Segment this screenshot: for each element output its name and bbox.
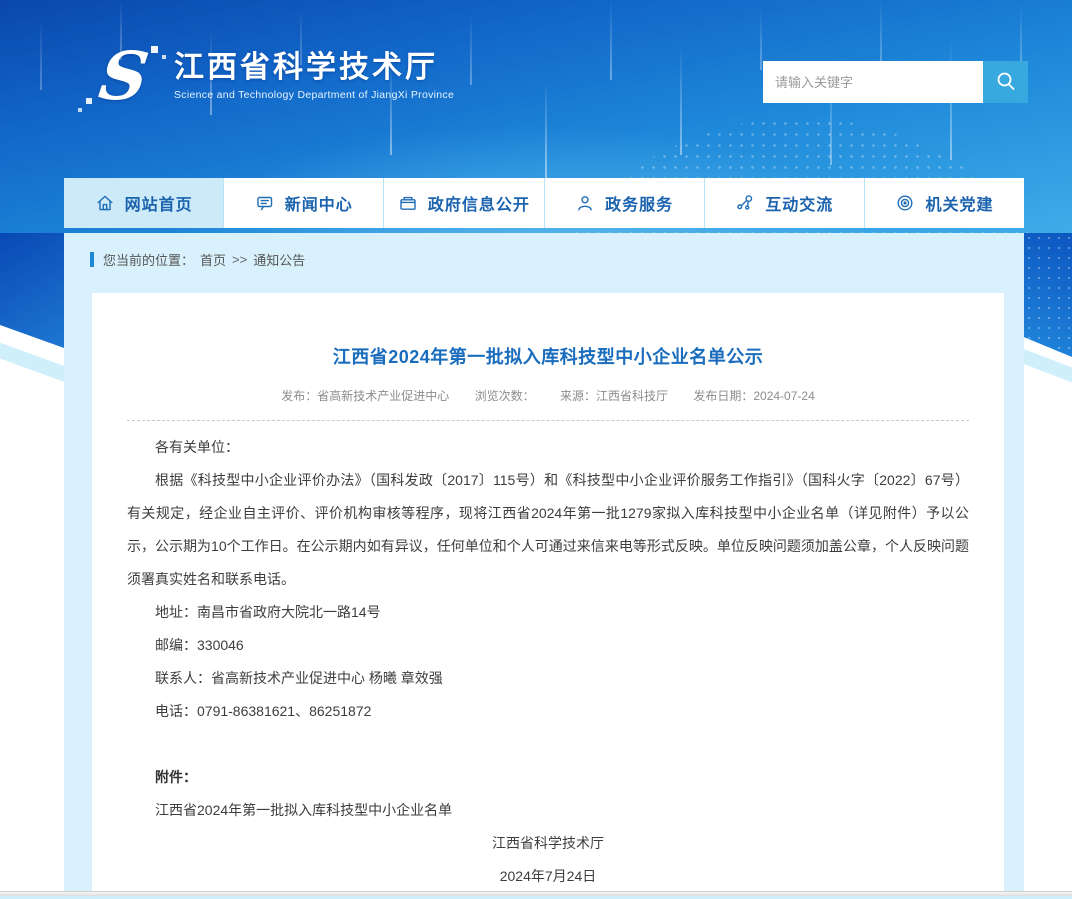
nav-item-services[interactable]: 政务服务 (545, 178, 705, 228)
breadcrumb-bar (90, 252, 94, 267)
phone-line: 电话：0791-86381621、86251872 (127, 695, 969, 728)
main-nav: 网站首页 新闻中心 政府信息公开 (64, 178, 1024, 228)
postcode-line: 邮编：330046 (127, 629, 969, 662)
nav-label: 网站首页 (125, 191, 193, 215)
search-bar (763, 61, 1028, 103)
emblem-icon (895, 193, 915, 213)
logo-s-icon: S (84, 40, 164, 112)
meta-publisher-label: 发布： (281, 389, 317, 403)
signature: 江西省科学技术厅 (127, 827, 969, 860)
address-line: 地址：南昌市省政府大院北一路14号 (127, 596, 969, 629)
article-container: 江西省2024年第一批拟入库科技型中小企业名单公示 发布：省高新技术产业促进中心… (92, 293, 1004, 899)
breadcrumb: 您当前的位置： 首页 >> 通知公告 (90, 250, 1024, 269)
meta-source-label: 来源： (560, 389, 596, 403)
search-button[interactable] (983, 61, 1028, 103)
nav-label: 新闻中心 (285, 191, 353, 215)
breadcrumb-prefix: 您当前的位置： (103, 250, 194, 269)
meta-date-label: 发布日期： (693, 389, 753, 403)
page: S 江西省科学技术厅 Science and Technology Depart… (0, 0, 1072, 899)
breadcrumb-current-link[interactable]: 通知公告 (253, 250, 305, 269)
body-paragraph: 根据《科技型中小企业评价办法》（国科发政〔2017〕115号）和《科技型中小企业… (127, 464, 969, 596)
logo-text: 江西省科学技术厅 Science and Technology Departme… (174, 51, 454, 101)
meta-separator (127, 420, 969, 421)
user-icon (575, 193, 595, 213)
breadcrumb-home-link[interactable]: 首页 (200, 250, 226, 269)
nav-label: 政务服务 (605, 191, 673, 215)
article-title: 江西省2024年第一批拟入库科技型中小企业名单公示 (127, 343, 969, 369)
attachment-link[interactable]: 江西省2024年第一批拟入库科技型中小企业名单 (127, 794, 969, 827)
article-meta: 发布：省高新技术产业促进中心 浏览次数： 来源：江西省科技厅 发布日期：2024… (127, 387, 969, 404)
salutation: 各有关单位： (127, 431, 969, 464)
article-body: 各有关单位： 根据《科技型中小企业评价办法》（国科发政〔2017〕115号）和《… (127, 431, 969, 893)
nav-item-news[interactable]: 新闻中心 (224, 178, 384, 228)
nav-item-party[interactable]: 机关党建 (865, 178, 1024, 228)
site-logo[interactable]: S 江西省科学技术厅 Science and Technology Depart… (84, 40, 454, 112)
site-subtitle: Science and Technology Department of Jia… (174, 89, 454, 101)
site-title: 江西省科学技术厅 (174, 51, 454, 85)
folder-icon (398, 193, 418, 213)
banner-left-wing (0, 233, 64, 348)
breadcrumb-separator: >> (232, 252, 247, 267)
meta-publisher-value: 省高新技术产业促进中心 (317, 389, 449, 403)
signature-date: 2024年7月24日 (127, 860, 969, 893)
search-input[interactable] (763, 61, 983, 103)
nav-label: 互动交流 (765, 191, 833, 215)
chat-icon (255, 193, 275, 213)
nav-label: 政府信息公开 (428, 191, 530, 215)
nav-item-home[interactable]: 网站首页 (64, 178, 224, 228)
nav-item-interaction[interactable]: 互动交流 (705, 178, 865, 228)
contact-line: 联系人：省高新技术产业促进中心 杨曦 章效强 (127, 662, 969, 695)
meta-date-value: 2024-07-24 (753, 389, 814, 403)
nodes-icon (735, 193, 755, 213)
nav-label: 机关党建 (925, 191, 993, 215)
attachment-heading: 附件： (127, 761, 969, 794)
magnifier-icon (995, 70, 1017, 95)
banner-right-wing (1024, 233, 1072, 357)
meta-source-value: 江西省科技厅 (596, 389, 668, 403)
home-icon (95, 193, 115, 213)
meta-views-label: 浏览次数： (475, 389, 535, 403)
nav-item-gov-info[interactable]: 政府信息公开 (384, 178, 544, 228)
